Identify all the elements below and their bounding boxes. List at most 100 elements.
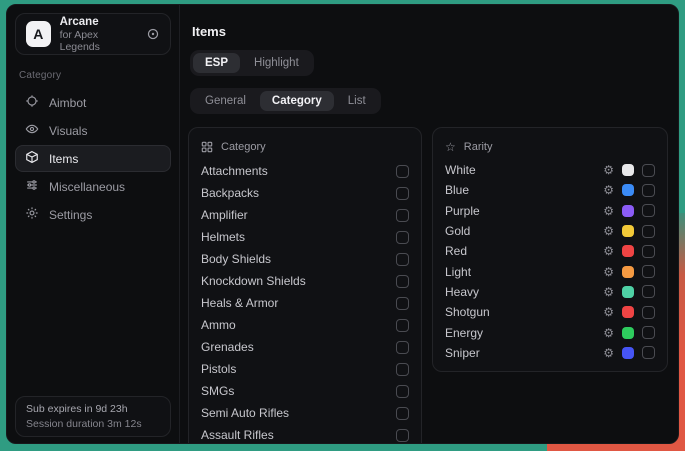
subscription-info-card: Sub expires in 9d 23h Session duration 3…	[15, 396, 171, 437]
checkbox[interactable]	[396, 231, 409, 244]
checkbox[interactable]	[396, 297, 409, 310]
rarity-label: Energy	[445, 326, 595, 340]
checkbox[interactable]	[642, 285, 655, 298]
color-swatch[interactable]	[622, 266, 634, 278]
category-label: Grenades	[201, 340, 388, 354]
checkbox[interactable]	[396, 363, 409, 376]
checkbox[interactable]	[396, 253, 409, 266]
app-window: A Arcane for Apex Legends Category Aimbo…	[6, 4, 679, 444]
tab-highlight[interactable]: Highlight	[242, 53, 311, 73]
category-label: Semi Auto Rifles	[201, 406, 388, 420]
color-settings-icon[interactable]: ⚙	[603, 286, 614, 298]
color-swatch[interactable]	[622, 225, 634, 237]
sidebar-header-card: A Arcane for Apex Legends	[15, 13, 171, 55]
category-row: Heals & Armor	[201, 292, 409, 314]
rarity-panel-title: Rarity	[464, 141, 493, 153]
rarity-row: Shotgun ⚙	[445, 302, 655, 322]
category-label: Backpacks	[201, 186, 388, 200]
sidebar: A Arcane for Apex Legends Category Aimbo…	[7, 5, 180, 443]
checkbox[interactable]	[642, 204, 655, 217]
rarity-label: Purple	[445, 204, 595, 218]
color-swatch[interactable]	[622, 184, 634, 196]
checkbox[interactable]	[396, 319, 409, 332]
color-swatch[interactable]	[622, 347, 634, 359]
color-swatch[interactable]	[622, 306, 634, 318]
star-icon: ☆	[445, 140, 456, 154]
checkbox[interactable]	[396, 187, 409, 200]
category-label: Amplifier	[201, 208, 388, 222]
tab-list[interactable]: List	[336, 91, 378, 111]
checkbox[interactable]	[642, 245, 655, 258]
grid-dots-icon	[25, 178, 39, 195]
checkbox[interactable]	[396, 275, 409, 288]
sub-expiry-text: Sub expires in 9d 23h	[26, 403, 160, 415]
crosshair-icon	[25, 94, 39, 111]
category-row: Helmets	[201, 226, 409, 248]
sidebar-item-items[interactable]: Items	[15, 145, 171, 172]
tab-esp[interactable]: ESP	[193, 53, 240, 73]
checkbox[interactable]	[642, 225, 655, 238]
rarity-row: Light ⚙	[445, 261, 655, 281]
color-settings-icon[interactable]: ⚙	[603, 347, 614, 359]
rarity-row: Sniper ⚙	[445, 343, 655, 363]
color-settings-icon[interactable]: ⚙	[603, 245, 614, 257]
sidebar-item-aimbot[interactable]: Aimbot	[15, 89, 171, 116]
category-panel-header: Category	[201, 134, 409, 160]
rarity-label: Shotgun	[445, 305, 595, 319]
rarity-label: Heavy	[445, 285, 595, 299]
checkbox[interactable]	[396, 209, 409, 222]
sidebar-item-label: Settings	[49, 208, 92, 222]
color-settings-icon[interactable]: ⚙	[603, 164, 614, 176]
color-swatch[interactable]	[622, 327, 634, 339]
sidebar-item-miscellaneous[interactable]: Miscellaneous	[15, 173, 171, 200]
checkbox[interactable]	[396, 429, 409, 442]
category-row: Knockdown Shields	[201, 270, 409, 292]
rarity-row: Gold⚙	[445, 221, 655, 241]
sidebar-item-settings[interactable]: Settings	[15, 201, 171, 228]
category-row: Backpacks	[201, 182, 409, 204]
category-row: Semi Auto Rifles	[201, 402, 409, 424]
cube-icon	[25, 150, 39, 167]
category-label: Ammo	[201, 318, 388, 332]
color-swatch[interactable]	[622, 164, 634, 176]
rarity-row: White⚙	[445, 160, 655, 180]
color-settings-icon[interactable]: ⚙	[603, 225, 614, 237]
checkbox[interactable]	[642, 184, 655, 197]
checkbox[interactable]	[642, 265, 655, 278]
checkbox[interactable]	[396, 385, 409, 398]
app-subtitle: for Apex Legends	[60, 29, 137, 53]
color-settings-icon[interactable]: ⚙	[603, 184, 614, 196]
sidebar-item-visuals[interactable]: Visuals	[15, 117, 171, 144]
checkbox[interactable]	[396, 165, 409, 178]
category-label: Attachments	[201, 164, 388, 178]
rarity-panel-header: ☆ Rarity	[445, 134, 655, 160]
category-label: Heals & Armor	[201, 296, 388, 310]
color-swatch[interactable]	[622, 286, 634, 298]
checkbox[interactable]	[642, 164, 655, 177]
rarity-label: Red	[445, 244, 595, 258]
rarity-label: Light	[445, 265, 595, 279]
checkbox[interactable]	[642, 306, 655, 319]
sidebar-item-label: Items	[49, 152, 78, 166]
tab-category[interactable]: Category	[260, 91, 334, 111]
checkbox[interactable]	[396, 341, 409, 354]
color-swatch[interactable]	[622, 205, 634, 217]
tab-general[interactable]: General	[193, 91, 258, 111]
rarity-row: Heavy ⚙	[445, 282, 655, 302]
checkbox[interactable]	[642, 326, 655, 339]
category-row: Pistols	[201, 358, 409, 380]
category-label: Helmets	[201, 230, 388, 244]
category-label: Body Shields	[201, 252, 388, 266]
category-label: Knockdown Shields	[201, 274, 388, 288]
color-settings-icon[interactable]: ⚙	[603, 327, 614, 339]
color-settings-icon[interactable]: ⚙	[603, 266, 614, 278]
checkbox[interactable]	[642, 346, 655, 359]
checkbox[interactable]	[396, 407, 409, 420]
view-tab-group: General Category List	[190, 88, 381, 114]
color-swatch[interactable]	[622, 245, 634, 257]
color-settings-icon[interactable]: ⚙	[603, 306, 614, 318]
color-settings-icon[interactable]: ⚙	[603, 205, 614, 217]
target-icon[interactable]	[146, 27, 160, 41]
rarity-label: Sniper	[445, 346, 595, 360]
mode-tab-group: ESP Highlight	[190, 50, 314, 76]
